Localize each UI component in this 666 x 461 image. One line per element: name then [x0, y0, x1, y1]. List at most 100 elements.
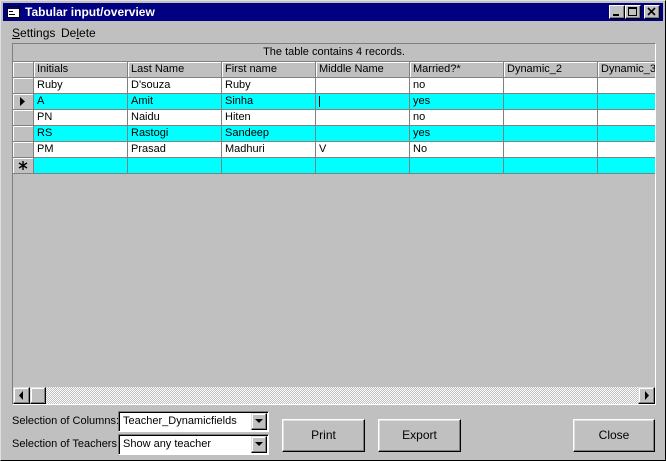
table-cell[interactable] — [598, 94, 655, 110]
text-caret — [319, 96, 320, 107]
table-cell[interactable]: PM — [34, 142, 128, 158]
row-selector[interactable] — [13, 110, 34, 126]
teachers-selection-label: Selection of Teachers: — [12, 438, 121, 450]
columns-dropdown-button[interactable] — [251, 413, 267, 430]
column-header[interactable]: Dynamic_2 — [504, 62, 598, 78]
table-cell[interactable]: Sandeep — [222, 126, 316, 142]
table-cell[interactable]: V — [316, 142, 410, 158]
table-cell[interactable]: RS — [34, 126, 128, 142]
table-row[interactable]: PM Prasad Madhuri V No — [13, 142, 655, 158]
table-row[interactable]: A Amit Sinha yes — [13, 94, 655, 110]
scroll-left-button[interactable] — [13, 387, 30, 404]
table-cell[interactable] — [598, 126, 655, 142]
table-cell[interactable] — [316, 110, 410, 126]
grid-body: Initials Last Name First name Middle Name Ma… — [13, 62, 655, 387]
records-grid[interactable]: The table contains 4 records. Initials La… — [12, 43, 656, 405]
row-selector[interactable] — [13, 142, 34, 158]
row-selector[interactable] — [13, 126, 34, 142]
arrow-left-icon — [19, 391, 23, 400]
select-all-corner[interactable] — [13, 62, 34, 78]
table-cell[interactable]: yes — [410, 94, 504, 110]
table-cell[interactable]: no — [410, 78, 504, 94]
table-cell[interactable]: D'souza — [128, 78, 222, 94]
table-cell[interactable] — [598, 110, 655, 126]
column-header[interactable]: Last Name — [128, 62, 222, 78]
form-icon — [7, 6, 20, 18]
table-row[interactable]: PN Naidu Hiten no — [13, 110, 655, 126]
table-cell[interactable]: Madhuri — [222, 142, 316, 158]
table-cell[interactable]: Amit — [128, 94, 222, 110]
arrow-right-icon — [645, 391, 649, 400]
teachers-selection-value: Show any teacher — [123, 438, 212, 450]
column-header[interactable]: Initials — [34, 62, 128, 78]
new-record-asterisk-icon — [18, 161, 28, 170]
scroll-thumb[interactable] — [30, 387, 46, 404]
table-cell[interactable]: Naidu — [128, 110, 222, 126]
columns-selection-combo[interactable]: Teacher_Dynamicfields — [118, 411, 269, 432]
scroll-track[interactable] — [30, 387, 638, 404]
table-cell[interactable]: Prasad — [128, 142, 222, 158]
table-cell[interactable] — [504, 158, 598, 174]
close-window-button[interactable] — [644, 5, 660, 19]
columns-selection-value: Teacher_Dynamicfields — [123, 415, 237, 427]
row-selector[interactable] — [13, 94, 34, 110]
table-cell[interactable] — [504, 94, 598, 110]
table-cell[interactable]: Rastogi — [128, 126, 222, 142]
close-icon — [647, 7, 656, 16]
table-cell[interactable] — [410, 158, 504, 174]
table-cell[interactable] — [504, 126, 598, 142]
menu-settings[interactable]: Settings — [12, 26, 55, 40]
table-row[interactable]: Ruby D'souza Ruby no — [13, 78, 655, 94]
table-cell[interactable]: PN — [34, 110, 128, 126]
table-cell[interactable] — [34, 158, 128, 174]
window-title: Tabular input/overview — [25, 5, 155, 19]
columns-selection-label: Selection of Columns: — [12, 415, 119, 427]
table-cell[interactable] — [504, 110, 598, 126]
record-count-caption: The table contains 4 records. — [13, 44, 655, 62]
tabular-input-window: Tabular input/overview Settings Delete T… — [0, 0, 666, 461]
print-button[interactable]: Print — [282, 419, 365, 452]
export-button[interactable]: Export — [378, 419, 461, 452]
table-cell[interactable] — [316, 158, 410, 174]
table-cell[interactable] — [598, 78, 655, 94]
teachers-dropdown-button[interactable] — [251, 436, 267, 453]
new-record-row[interactable] — [13, 158, 655, 174]
maximize-button[interactable] — [625, 5, 641, 19]
menu-delete[interactable]: Delete — [61, 26, 96, 40]
column-header[interactable]: Dynamic_3 — [598, 62, 655, 78]
current-row-arrow-icon — [20, 97, 25, 106]
table-cell[interactable] — [222, 158, 316, 174]
table-cell[interactable] — [504, 142, 598, 158]
close-button[interactable]: Close — [573, 419, 655, 452]
table-cell[interactable] — [316, 126, 410, 142]
table-cell[interactable]: no — [410, 110, 504, 126]
table-cell[interactable]: Sinha — [222, 94, 316, 110]
table-cell[interactable] — [598, 142, 655, 158]
grid-header-row: Initials Last Name First name Middle Name Ma… — [13, 62, 655, 78]
table-cell[interactable]: Ruby — [222, 78, 316, 94]
row-selector[interactable] — [13, 78, 34, 94]
table-cell[interactable] — [316, 94, 410, 110]
minimize-button[interactable] — [609, 5, 625, 19]
column-header[interactable]: Married?* — [410, 62, 504, 78]
table-cell[interactable] — [598, 158, 655, 174]
chevron-down-icon — [255, 419, 263, 423]
table-cell[interactable] — [128, 158, 222, 174]
table-cell[interactable]: Hiten — [222, 110, 316, 126]
title-bar[interactable]: Tabular input/overview — [3, 3, 663, 21]
table-cell[interactable]: yes — [410, 126, 504, 142]
table-cell[interactable]: No — [410, 142, 504, 158]
table-cell[interactable] — [504, 78, 598, 94]
table-cell[interactable]: Ruby — [34, 78, 128, 94]
table-row[interactable]: RS Rastogi Sandeep yes — [13, 126, 655, 142]
menu-bar: Settings Delete — [3, 23, 663, 41]
row-selector[interactable] — [13, 158, 34, 174]
column-header[interactable]: Middle Name — [316, 62, 410, 78]
chevron-down-icon — [255, 442, 263, 446]
horizontal-scrollbar[interactable] — [13, 387, 655, 404]
scroll-right-button[interactable] — [638, 387, 655, 404]
teachers-selection-combo[interactable]: Show any teacher — [118, 434, 269, 455]
table-cell[interactable]: A — [34, 94, 128, 110]
column-header[interactable]: First name — [222, 62, 316, 78]
table-cell[interactable] — [316, 78, 410, 94]
